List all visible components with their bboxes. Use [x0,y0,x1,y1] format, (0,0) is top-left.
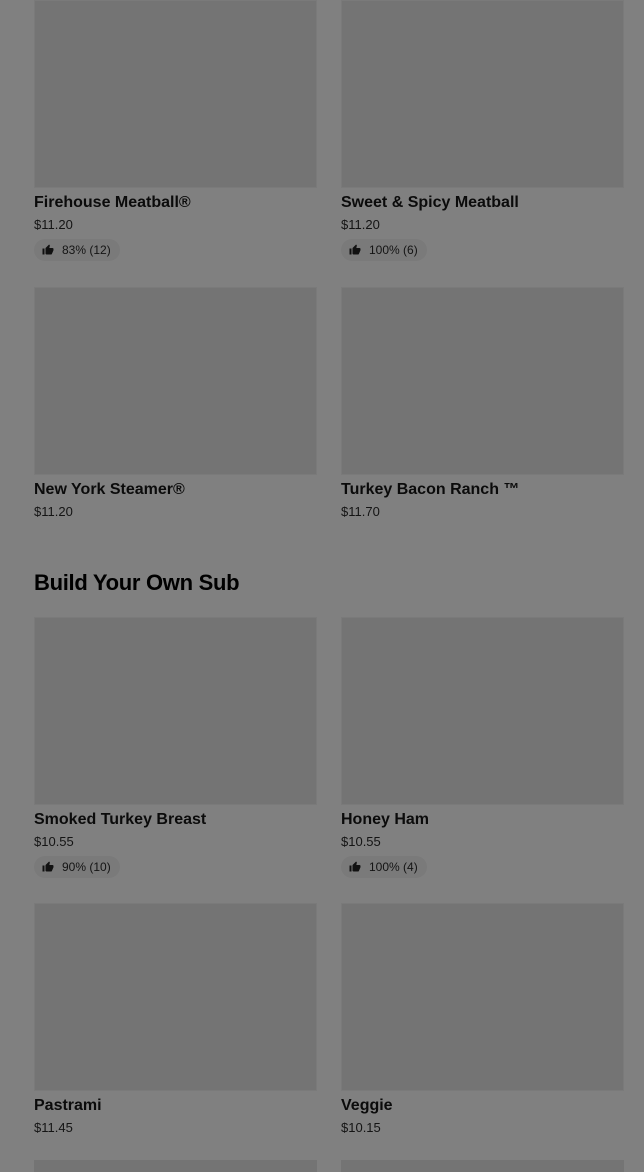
item-image[interactable] [341,1160,624,1172]
menu-item-card[interactable]: New York Steamer® $11.20 [34,287,317,520]
menu-item-card[interactable]: Sweet & Spicy Meatball $11.20 100% (6) [341,0,624,261]
item-price: $11.20 [34,504,73,519]
item-image[interactable] [34,287,317,475]
item-name[interactable]: Veggie [341,1096,624,1116]
item-name[interactable]: Firehouse Meatball® [34,193,317,213]
menu-item-card[interactable]: Honey Ham $10.55 100% (4) [341,617,624,878]
item-image[interactable] [341,903,624,1091]
item-image[interactable] [341,287,624,475]
item-image[interactable] [34,903,317,1091]
item-image[interactable] [341,617,624,805]
item-price: $10.15 [341,1120,381,1135]
menu-item-card[interactable]: Pastrami $11.45 [34,903,317,1136]
item-price: $11.45 [34,1120,73,1135]
menu-item-card[interactable]: Veggie $10.15 [341,903,624,1136]
item-price: $11.70 [341,504,380,519]
rating-badge: 100% (4) [341,856,427,878]
rating-text: 100% (6) [369,243,418,257]
thumbs-up-icon [42,861,54,872]
rating-text: 90% (10) [62,860,111,874]
thumbs-up-icon [42,244,54,255]
rating-badge: 90% (10) [34,856,120,878]
item-price: $11.20 [341,217,380,232]
item-price: $10.55 [341,834,381,849]
item-price: $11.20 [34,217,73,232]
thumbs-up-icon [349,244,361,255]
menu-item-card[interactable]: Smoked Turkey Breast $10.55 90% (10) [34,617,317,878]
menu-item-card[interactable]: Firehouse Meatball® $11.20 83% (12) [34,0,317,261]
rating-badge: 100% (6) [341,239,427,261]
item-image[interactable] [34,0,317,188]
item-image[interactable] [34,617,317,805]
rating-text: 100% (4) [369,860,418,874]
menu-item-card[interactable]: Turkey Bacon Ranch ™ $11.70 [341,287,624,520]
item-name[interactable]: New York Steamer® [34,480,317,500]
item-image[interactable] [341,0,624,188]
item-price: $10.55 [34,834,74,849]
item-name[interactable]: Pastrami [34,1096,317,1116]
section-heading: Build Your Own Sub [34,570,240,595]
item-name[interactable]: Honey Ham [341,810,624,830]
item-image[interactable] [34,1160,317,1172]
thumbs-up-icon [349,861,361,872]
rating-badge: 83% (12) [34,239,120,261]
item-name[interactable]: Smoked Turkey Breast [34,810,317,830]
item-name[interactable]: Turkey Bacon Ranch ™ [341,480,624,500]
item-name[interactable]: Sweet & Spicy Meatball [341,193,624,213]
rating-text: 83% (12) [62,243,111,257]
